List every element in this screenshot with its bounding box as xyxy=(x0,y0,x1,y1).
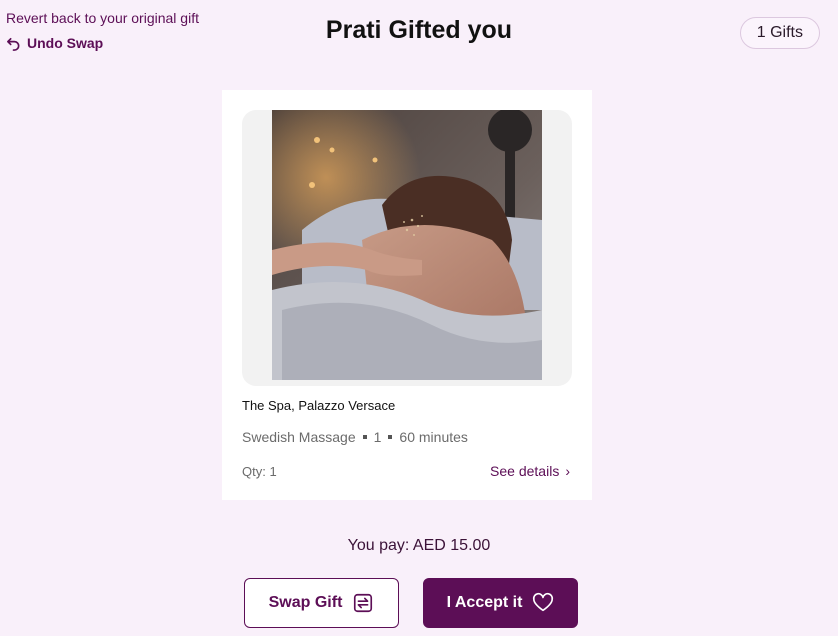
service-duration: 60 minutes xyxy=(399,429,468,445)
service-name: Swedish Massage xyxy=(242,429,356,445)
separator-dot xyxy=(388,435,393,439)
swap-gift-label: Swap Gift xyxy=(268,594,343,611)
swap-icon xyxy=(354,593,373,613)
spa-massage-photo xyxy=(272,110,542,380)
quantity-text: Qty: 1 xyxy=(242,464,277,479)
page-title: Prati Gifted you xyxy=(325,16,513,44)
heart-icon xyxy=(533,592,554,612)
vendor-name: The Spa, Palazzo Versace xyxy=(242,398,396,413)
gift-image-frame xyxy=(242,110,572,386)
service-count: 1 xyxy=(373,429,382,445)
see-details-label: See details xyxy=(490,463,560,479)
gifts-count-badge[interactable]: 1 Gifts xyxy=(739,17,820,49)
accept-gift-button[interactable]: I Accept it xyxy=(423,578,578,628)
chevron-right-icon: › xyxy=(565,463,570,479)
accept-gift-label: I Accept it xyxy=(446,594,523,611)
gift-details: Swedish Massage 1 60 minutes xyxy=(242,429,468,445)
see-details-link[interactable]: See details › xyxy=(490,463,570,479)
gift-card: The Spa, Palazzo Versace Swedish Massage… xyxy=(222,90,592,500)
swap-gift-button[interactable]: Swap Gift xyxy=(244,578,399,628)
payment-amount: You pay: AED 15.00 xyxy=(347,537,491,554)
separator-dot xyxy=(362,435,367,439)
